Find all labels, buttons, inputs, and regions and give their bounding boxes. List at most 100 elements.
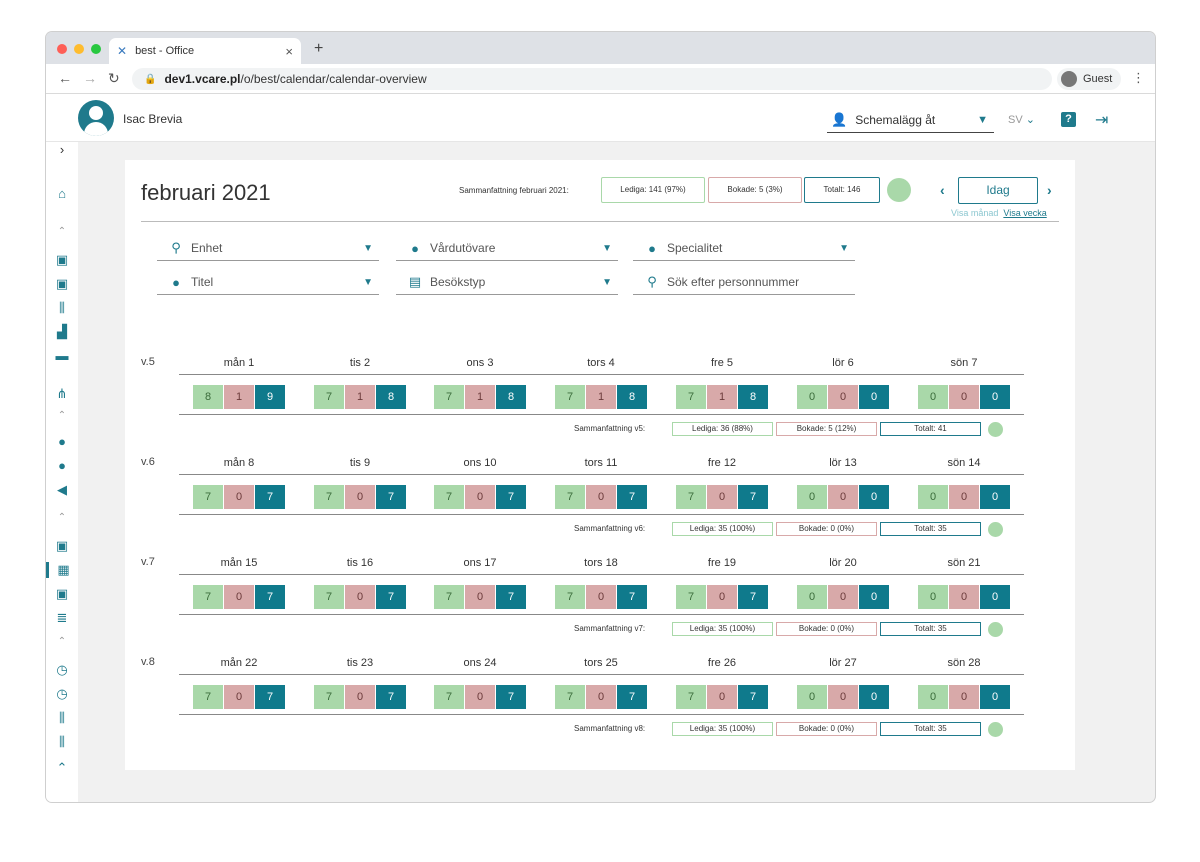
profile-button[interactable]: Guest	[1057, 68, 1122, 90]
free-slots-cell[interactable]: 0	[797, 585, 827, 609]
total-slots-cell[interactable]: 0	[859, 685, 889, 709]
day-slots[interactable]: 000	[918, 685, 1010, 709]
booked-slots-cell[interactable]: 0	[949, 585, 979, 609]
user-avatar[interactable]	[78, 100, 114, 136]
booked-slots-cell[interactable]: 0	[224, 585, 254, 609]
day-slots[interactable]: 707	[434, 685, 526, 709]
total-slots-cell[interactable]: 7	[376, 685, 406, 709]
booked-slots-cell[interactable]: 0	[828, 585, 858, 609]
booked-slots-cell[interactable]: 0	[345, 485, 375, 509]
collapse-icon[interactable]: ⌃	[46, 226, 78, 237]
collapse-icon[interactable]: ⌃	[46, 410, 78, 421]
close-window-button[interactable]	[57, 44, 67, 54]
total-slots-cell[interactable]: 7	[255, 485, 285, 509]
unit-filter[interactable]: ⚲ Enhet ▼	[157, 236, 379, 261]
day-slots[interactable]: 707	[434, 485, 526, 509]
booked-slots-cell[interactable]: 0	[586, 685, 616, 709]
total-slots-cell[interactable]: 0	[859, 485, 889, 509]
people-sliders-icon[interactable]: ⫼	[46, 710, 78, 726]
booked-slots-cell[interactable]: 0	[465, 685, 495, 709]
booked-slots-cell[interactable]: 1	[224, 385, 254, 409]
sliders-icon[interactable]: ⫼	[46, 300, 78, 316]
free-slots-cell[interactable]: 7	[314, 685, 344, 709]
total-slots-cell[interactable]: 9	[255, 385, 285, 409]
total-slots-cell[interactable]: 7	[617, 485, 647, 509]
day-slots[interactable]: 707	[676, 585, 768, 609]
total-slots-cell[interactable]: 7	[738, 485, 768, 509]
booked-slots-cell[interactable]: 0	[828, 485, 858, 509]
personal-number-search-input[interactable]: ⚲ Sök efter personnummer	[633, 270, 855, 295]
free-slots-cell[interactable]: 0	[797, 485, 827, 509]
free-slots-cell[interactable]: 7	[434, 485, 464, 509]
free-slots-cell[interactable]: 7	[314, 485, 344, 509]
booked-slots-cell[interactable]: 0	[707, 585, 737, 609]
total-slots-cell[interactable]: 8	[738, 385, 768, 409]
collapse-icon[interactable]: ⌃	[46, 512, 78, 523]
free-slots-cell[interactable]: 0	[797, 685, 827, 709]
total-slots-cell[interactable]: 7	[376, 485, 406, 509]
new-tab-button[interactable]: +	[314, 40, 323, 58]
free-slots-cell[interactable]: 7	[434, 585, 464, 609]
schedule-for-select[interactable]: 👤 Schemalägg åt ▼	[827, 108, 994, 133]
free-slots-cell[interactable]: 7	[555, 585, 585, 609]
reload-icon[interactable]: ↻	[108, 70, 120, 87]
day-slots[interactable]: 819	[193, 385, 285, 409]
day-slots[interactable]: 000	[797, 685, 889, 709]
day-slots[interactable]: 707	[555, 585, 647, 609]
message-icon[interactable]: ▬	[46, 348, 78, 363]
home-icon[interactable]: ⌂	[46, 186, 78, 201]
total-slots-cell[interactable]: 7	[496, 585, 526, 609]
day-slots[interactable]: 707	[193, 585, 285, 609]
free-slots-cell[interactable]: 7	[314, 585, 344, 609]
day-slots[interactable]: 707	[314, 585, 406, 609]
day-slots[interactable]: 707	[555, 685, 647, 709]
day-slots[interactable]: 718	[555, 385, 647, 409]
free-slots-cell[interactable]: 7	[676, 485, 706, 509]
booked-slots-cell[interactable]: 0	[828, 685, 858, 709]
total-slots-cell[interactable]: 0	[859, 385, 889, 409]
day-slots[interactable]: 707	[314, 685, 406, 709]
booked-slots-cell[interactable]: 0	[586, 485, 616, 509]
booked-slots-cell[interactable]: 1	[586, 385, 616, 409]
total-slots-cell[interactable]: 8	[376, 385, 406, 409]
forward-icon[interactable]: →	[83, 70, 97, 86]
day-slots[interactable]: 000	[918, 485, 1010, 509]
day-slots[interactable]: 707	[314, 485, 406, 509]
day-slots[interactable]: 707	[555, 485, 647, 509]
free-slots-cell[interactable]: 7	[193, 685, 223, 709]
day-slots[interactable]: 718	[314, 385, 406, 409]
free-slots-cell[interactable]: 0	[918, 685, 948, 709]
total-slots-cell[interactable]: 7	[496, 685, 526, 709]
calendar-day-icon[interactable]: ▣	[46, 538, 78, 554]
today-button[interactable]: Idag	[958, 177, 1038, 204]
title-filter[interactable]: ● Titel ▼	[157, 270, 379, 295]
free-slots-cell[interactable]: 7	[193, 585, 223, 609]
total-slots-cell[interactable]: 0	[980, 585, 1010, 609]
booked-slots-cell[interactable]: 0	[465, 485, 495, 509]
people-arrow-icon[interactable]: ⫼	[46, 734, 78, 750]
booked-slots-cell[interactable]: 0	[949, 485, 979, 509]
free-slots-cell[interactable]: 0	[797, 385, 827, 409]
total-slots-cell[interactable]: 7	[738, 685, 768, 709]
booked-slots-cell[interactable]: 0	[465, 585, 495, 609]
collapse-icon[interactable]: ⌃	[46, 636, 78, 647]
calendar-day-icon[interactable]: ▣	[46, 252, 78, 268]
url-input[interactable]: 🔒 dev1.vcare.pl/o/best/calendar/calendar…	[132, 68, 1052, 90]
free-slots-cell[interactable]: 7	[555, 485, 585, 509]
free-slots-cell[interactable]: 7	[434, 385, 464, 409]
expand-sidebar-icon[interactable]: ›	[46, 142, 78, 157]
help-button[interactable]: ?	[1061, 112, 1076, 127]
close-tab-icon[interactable]: ×	[285, 44, 293, 59]
booked-slots-cell[interactable]: 0	[586, 585, 616, 609]
booked-slots-cell[interactable]: 0	[949, 385, 979, 409]
total-slots-cell[interactable]: 7	[255, 585, 285, 609]
day-slots[interactable]: 707	[434, 585, 526, 609]
booked-slots-cell[interactable]: 1	[345, 385, 375, 409]
chevron-up-icon[interactable]: ⌃	[46, 760, 78, 776]
day-slots[interactable]: 718	[434, 385, 526, 409]
free-slots-cell[interactable]: 7	[193, 485, 223, 509]
total-slots-cell[interactable]: 7	[617, 685, 647, 709]
free-slots-cell[interactable]: 7	[676, 585, 706, 609]
free-slots-cell[interactable]: 7	[676, 385, 706, 409]
free-slots-cell[interactable]: 7	[676, 685, 706, 709]
